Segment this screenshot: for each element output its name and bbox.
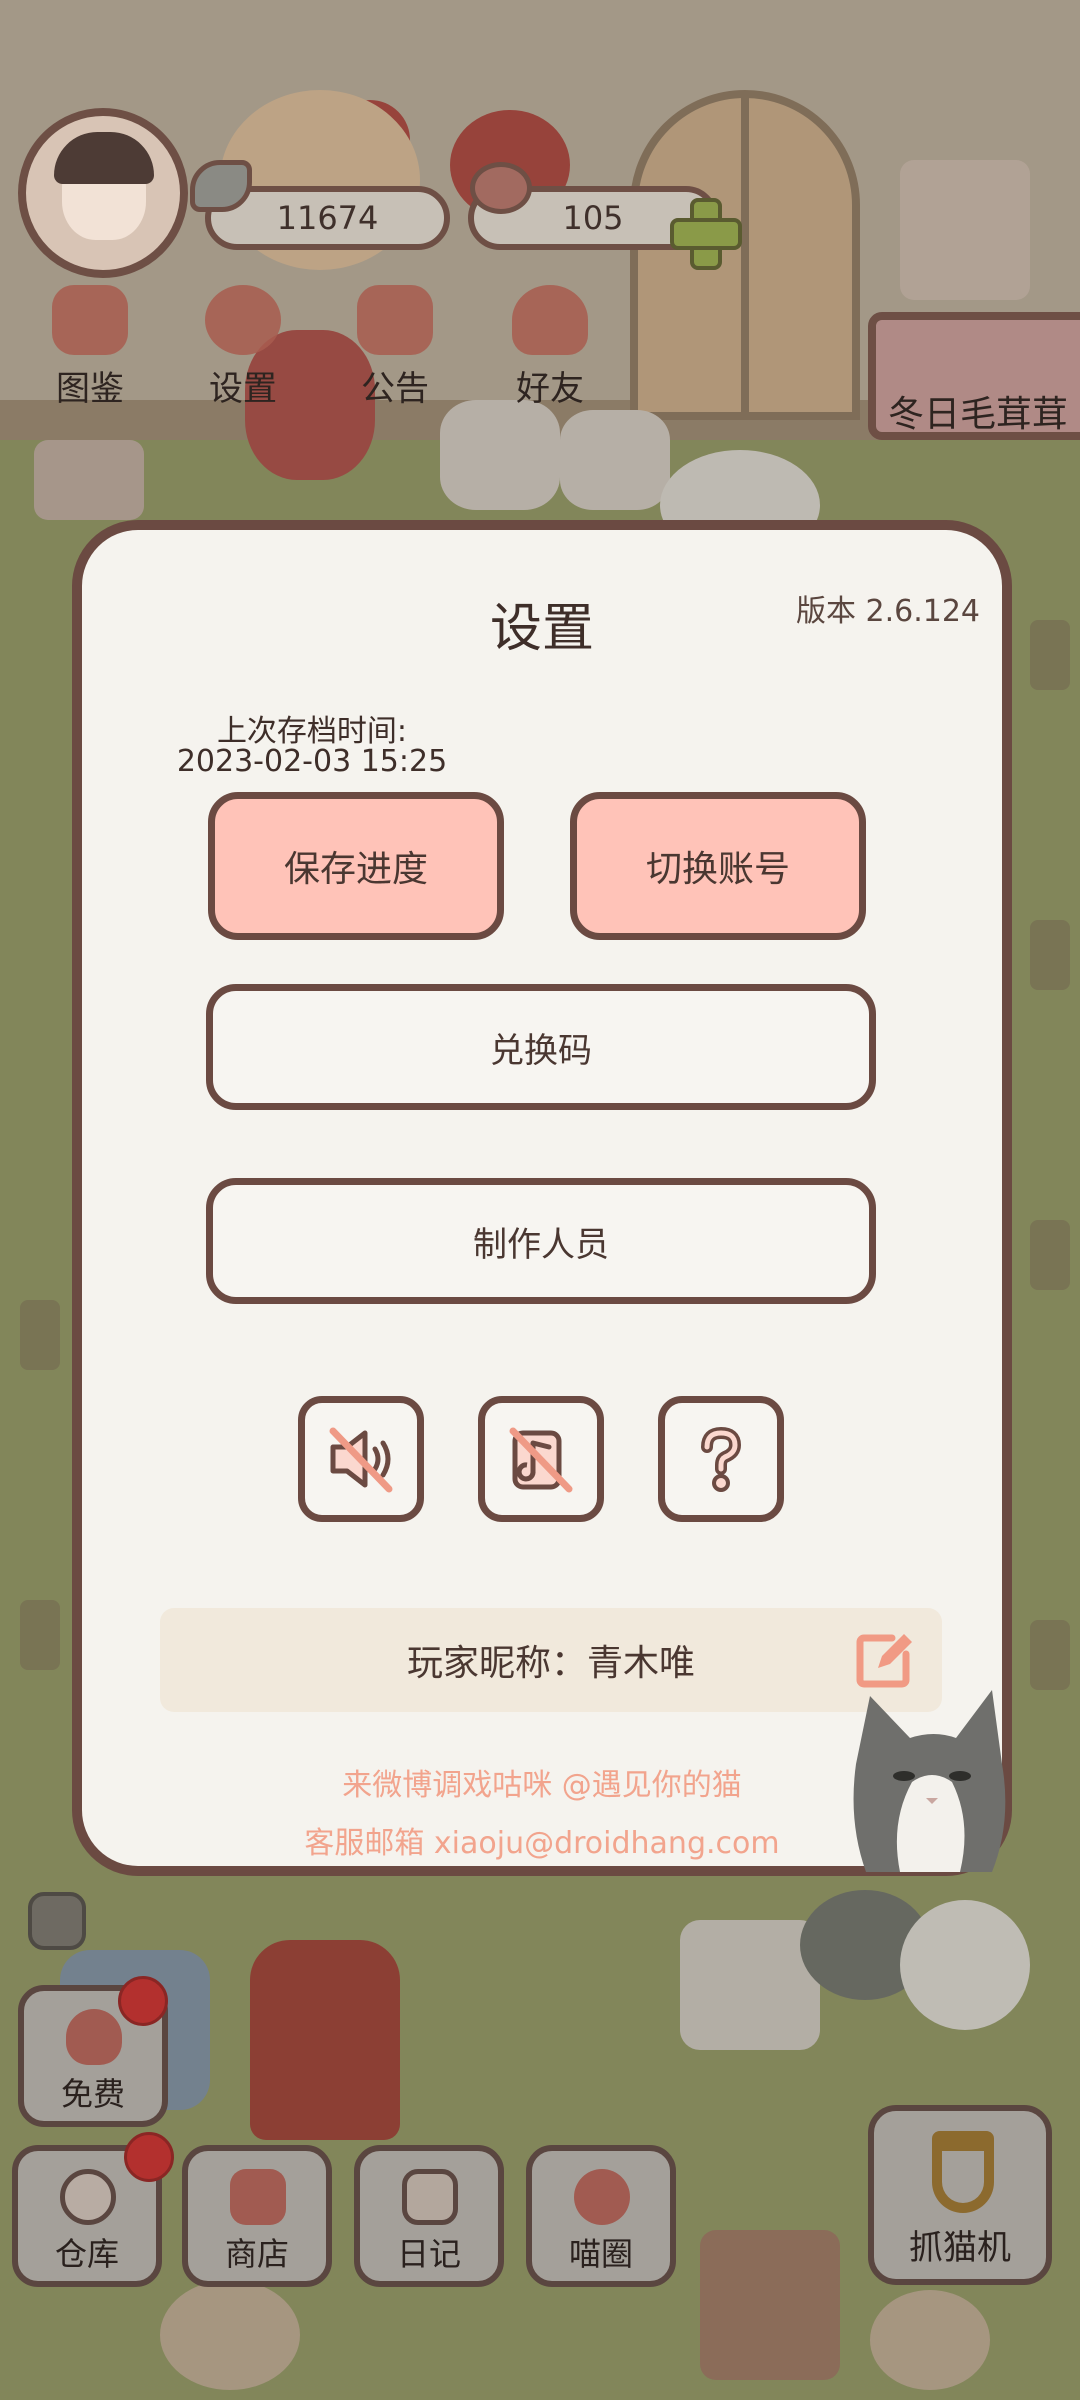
diary-button[interactable]: 日记 bbox=[354, 2145, 504, 2287]
question-mark-icon bbox=[701, 1426, 742, 1492]
diary-icon bbox=[402, 2169, 458, 2225]
notification-badge bbox=[118, 1976, 168, 2026]
coin-amount: 11674 bbox=[276, 199, 379, 237]
claw-machine-button[interactable]: 抓猫机 bbox=[868, 2105, 1052, 2285]
heart-icon bbox=[66, 2009, 122, 2065]
avatar-hair bbox=[54, 132, 154, 184]
menu-catalog-button[interactable]: 图鉴 bbox=[25, 285, 155, 415]
diary-label: 日记 bbox=[396, 2235, 461, 2273]
shop-label: 商店 bbox=[224, 2235, 289, 2273]
credits-label: 制作人员 bbox=[473, 1224, 609, 1265]
cat-photo-image bbox=[853, 1690, 1006, 1872]
last-save-time: 2023-02-03 15:25 bbox=[176, 744, 448, 779]
menu-settings-label: 设置 bbox=[209, 369, 277, 409]
menu-friends-button[interactable]: 好友 bbox=[485, 285, 615, 415]
settings-dialog: 设置 版本 2.6.124 上次存档时间: 2023-02-03 15:25 保… bbox=[72, 520, 1012, 1876]
redeem-code-button[interactable]: 兑换码 bbox=[206, 984, 876, 1110]
heart-gem-icon bbox=[470, 162, 532, 214]
cat-book-icon bbox=[52, 285, 128, 355]
music-muted-icon bbox=[509, 1427, 573, 1493]
version-label: 版本 2.6.124 bbox=[795, 594, 980, 629]
shop-icon bbox=[230, 2169, 286, 2225]
gear-icon bbox=[205, 285, 281, 355]
switch-account-label: 切换账号 bbox=[645, 849, 790, 890]
claw-icon bbox=[932, 2131, 994, 2213]
friends-icon bbox=[512, 285, 588, 355]
bowl-icon bbox=[60, 2169, 116, 2225]
menu-settings-button[interactable]: 设置 bbox=[178, 285, 308, 415]
menu-friends-label: 好友 bbox=[516, 369, 584, 409]
menu-announcement-button[interactable]: 公告 bbox=[330, 285, 460, 415]
free-gift-label: 免费 bbox=[60, 2075, 125, 2113]
cloud-sync-button[interactable] bbox=[28, 1892, 86, 1950]
cat-circle-button[interactable]: 喵圈 bbox=[526, 2145, 676, 2287]
save-progress-button[interactable]: 保存进度 bbox=[208, 792, 504, 940]
sound-toggle-button[interactable] bbox=[298, 1396, 424, 1522]
save-progress-label: 保存进度 bbox=[283, 849, 428, 890]
redeem-code-label: 兑换码 bbox=[490, 1030, 592, 1071]
cat-planet-icon bbox=[574, 2169, 630, 2225]
cat-circle-label: 喵圈 bbox=[568, 2235, 633, 2273]
gem-amount: 105 bbox=[562, 199, 624, 237]
menu-catalog-label: 图鉴 bbox=[56, 369, 124, 409]
player-avatar[interactable] bbox=[18, 108, 188, 278]
event-banner-label: 冬日毛茸茸 bbox=[888, 394, 1069, 435]
add-gems-button[interactable] bbox=[670, 198, 742, 270]
credits-button[interactable]: 制作人员 bbox=[206, 1178, 876, 1304]
gift-icon bbox=[357, 285, 433, 355]
switch-account-button[interactable]: 切换账号 bbox=[570, 792, 866, 940]
claw-machine-label: 抓猫机 bbox=[909, 2228, 1011, 2268]
notification-badge bbox=[124, 2132, 174, 2182]
menu-announcement-label: 公告 bbox=[361, 369, 429, 409]
shop-button[interactable]: 商店 bbox=[182, 2145, 332, 2287]
nickname-bar[interactable]: 玩家昵称：青木唯 bbox=[160, 1608, 942, 1712]
help-button[interactable] bbox=[658, 1396, 784, 1522]
music-toggle-button[interactable] bbox=[478, 1396, 604, 1522]
storage-label: 仓库 bbox=[54, 2235, 119, 2273]
player-nickname: 玩家昵称：青木唯 bbox=[406, 1643, 695, 1684]
sound-muted-icon bbox=[329, 1427, 393, 1493]
